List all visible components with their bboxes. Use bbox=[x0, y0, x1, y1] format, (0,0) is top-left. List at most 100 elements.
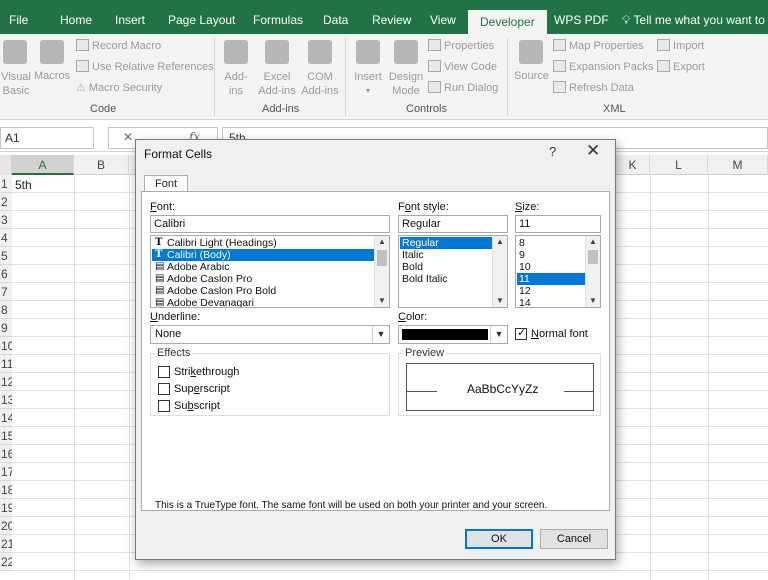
row-header[interactable]: 11 bbox=[0, 355, 12, 373]
font-list-item[interactable]: ▤ Adobe Caslon Pro bbox=[152, 273, 374, 285]
tell-me-box[interactable]: 💡︎ Tell me what you want to d bbox=[622, 0, 768, 34]
chevron-down-icon[interactable]: ▼ bbox=[586, 295, 600, 307]
row-header[interactable]: 4 bbox=[0, 229, 12, 247]
cancel-button[interactable]: Cancel bbox=[540, 529, 608, 549]
visual-basic-button[interactable]: Visual Basic bbox=[0, 70, 32, 98]
font-list-item-selected[interactable]: T Calibri (Body) bbox=[152, 249, 374, 261]
font-style-item[interactable]: Bold bbox=[400, 261, 492, 273]
tab-insert[interactable]: Insert bbox=[115, 0, 145, 34]
tab-developer[interactable]: Developer bbox=[468, 10, 547, 34]
row-header[interactable]: 12 bbox=[0, 373, 12, 391]
size-item[interactable]: 9 bbox=[517, 249, 585, 261]
row-header[interactable]: 17 bbox=[0, 463, 12, 481]
row-header[interactable]: 20 bbox=[0, 517, 12, 535]
row-header[interactable]: 10 bbox=[0, 337, 12, 355]
row-header[interactable]: 9 bbox=[0, 319, 12, 337]
chevron-up-icon[interactable]: ▲ bbox=[586, 236, 600, 248]
superscript-checkbox[interactable] bbox=[158, 383, 170, 395]
row-header[interactable]: 8 bbox=[0, 301, 12, 319]
tab-home[interactable]: Home bbox=[60, 0, 92, 34]
map-properties-button[interactable]: Map Properties bbox=[553, 39, 644, 52]
run-dialog-button[interactable]: Run Dialog bbox=[428, 81, 498, 94]
view-code-button[interactable]: View Code bbox=[428, 60, 497, 73]
expansion-packs-button[interactable]: Expansion Packs bbox=[553, 60, 653, 73]
row-header[interactable]: 3 bbox=[0, 211, 12, 229]
row-header[interactable]: 14 bbox=[0, 409, 12, 427]
row-header[interactable]: 21 bbox=[0, 535, 12, 553]
row-header[interactable]: 18 bbox=[0, 481, 12, 499]
font-list[interactable]: T Calibri Light (Headings) T Calibri (Body… bbox=[150, 235, 390, 308]
font-list-item[interactable]: ▤ Adobe Devanagari bbox=[152, 297, 374, 307]
column-header-a[interactable]: A bbox=[12, 155, 74, 175]
size-input[interactable]: 11 bbox=[515, 215, 601, 233]
font-list-item[interactable]: ▤ Adobe Arabic bbox=[152, 261, 374, 273]
tab-font[interactable]: Font bbox=[144, 175, 188, 192]
size-item[interactable]: 12 bbox=[517, 285, 585, 297]
tab-review[interactable]: Review bbox=[372, 0, 411, 34]
column-header-m[interactable]: M bbox=[708, 155, 768, 175]
record-macro-button[interactable]: Record Macro bbox=[76, 39, 161, 52]
refresh-data-button[interactable]: Refresh Data bbox=[553, 81, 634, 94]
column-header-k[interactable]: K bbox=[616, 155, 650, 175]
relative-references-button[interactable]: Use Relative References bbox=[76, 60, 214, 73]
font-name-input[interactable]: Calibri bbox=[150, 215, 390, 233]
row-header[interactable]: 13 bbox=[0, 391, 12, 409]
macro-security-button[interactable]: ⚠ Macro Security bbox=[76, 81, 162, 94]
font-list-scrollbar[interactable]: ▲ ▼ bbox=[374, 236, 389, 307]
tab-wps-pdf[interactable]: WPS PDF bbox=[554, 0, 609, 34]
row-header[interactable]: 6 bbox=[0, 265, 12, 283]
properties-button[interactable]: Properties bbox=[428, 39, 494, 52]
column-header-b[interactable]: B bbox=[74, 155, 129, 175]
import-button[interactable]: Import bbox=[657, 39, 704, 52]
size-item-selected[interactable]: 11 bbox=[517, 273, 585, 285]
font-list-item[interactable]: ▤ Adobe Caslon Pro Bold bbox=[152, 285, 374, 297]
font-style-item[interactable]: Italic bbox=[400, 249, 492, 261]
font-list-item[interactable]: T Calibri Light (Headings) bbox=[152, 237, 374, 249]
chevron-down-icon[interactable]: ▼ bbox=[493, 295, 507, 307]
font-style-scrollbar[interactable]: ▲ ▼ bbox=[492, 236, 507, 307]
size-list-scrollbar[interactable]: ▲ ▼ bbox=[585, 236, 600, 307]
font-style-item-selected[interactable]: Regular bbox=[400, 237, 492, 249]
scroll-thumb[interactable] bbox=[588, 250, 598, 264]
size-item[interactable]: 10 bbox=[517, 261, 585, 273]
normal-font-checkbox[interactable] bbox=[515, 326, 527, 340]
row-header[interactable]: 22 bbox=[0, 553, 12, 571]
design-mode-button[interactable]: Design Mode bbox=[386, 70, 426, 98]
scroll-thumb[interactable] bbox=[377, 250, 387, 266]
size-item[interactable]: 14 bbox=[517, 297, 585, 307]
row-header[interactable]: 5 bbox=[0, 247, 12, 265]
row-header[interactable]: 1 bbox=[0, 175, 12, 193]
close-icon[interactable]: ✕ bbox=[586, 141, 600, 161]
source-button[interactable]: Source bbox=[514, 70, 549, 82]
help-button[interactable]: ? bbox=[549, 144, 556, 159]
tab-formulas[interactable]: Formulas bbox=[253, 0, 303, 34]
row-header[interactable]: 2 bbox=[0, 193, 12, 211]
excel-addins-button[interactable]: Excel Add-ins bbox=[256, 70, 298, 98]
cell-a1[interactable]: 5th bbox=[15, 178, 32, 192]
addins-button[interactable]: Add- ins bbox=[219, 70, 253, 98]
ok-button[interactable]: OK bbox=[465, 529, 533, 549]
chevron-down-icon[interactable]: ▼ bbox=[375, 295, 389, 307]
name-box[interactable]: A1 bbox=[0, 127, 94, 149]
underline-select[interactable]: None ▼ bbox=[150, 325, 390, 344]
chevron-up-icon[interactable]: ▲ bbox=[493, 236, 507, 248]
font-style-list[interactable]: Regular Italic Bold Bold Italic ▲ ▼ bbox=[398, 235, 508, 308]
font-style-input[interactable]: Regular bbox=[398, 215, 508, 233]
row-header[interactable]: 7 bbox=[0, 283, 12, 301]
color-select[interactable]: ▼ bbox=[398, 325, 508, 344]
size-item[interactable]: 8 bbox=[517, 237, 585, 249]
subscript-checkbox[interactable] bbox=[158, 400, 170, 412]
tab-data[interactable]: Data bbox=[323, 0, 348, 34]
cancel-entry-icon[interactable]: ✕ bbox=[123, 130, 133, 144]
com-addins-button[interactable]: COM Add-ins bbox=[298, 70, 342, 98]
size-list[interactable]: 8 9 10 11 12 14 ▲ ▼ bbox=[515, 235, 601, 308]
select-all-corner[interactable] bbox=[0, 155, 12, 175]
column-header-l[interactable]: L bbox=[650, 155, 708, 175]
tab-file[interactable]: File bbox=[9, 0, 28, 34]
insert-control-button[interactable]: Insert ▾ bbox=[350, 70, 386, 98]
tab-view[interactable]: View bbox=[430, 0, 456, 34]
export-button[interactable]: Export bbox=[657, 60, 705, 73]
font-style-item[interactable]: Bold Italic bbox=[400, 273, 492, 285]
tab-page-layout[interactable]: Page Layout bbox=[168, 0, 235, 34]
strikethrough-checkbox[interactable] bbox=[158, 366, 170, 378]
